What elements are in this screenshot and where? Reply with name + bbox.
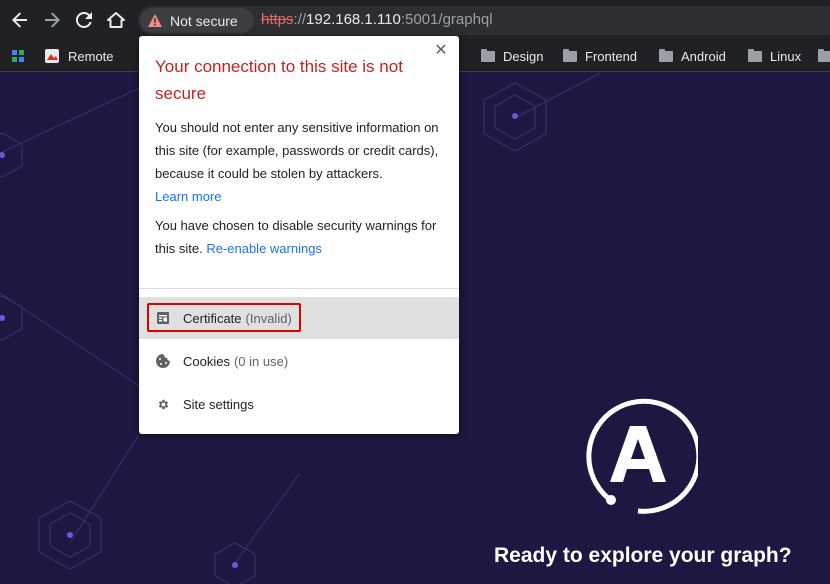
security-chip-label: Not secure: [170, 12, 238, 29]
folder-icon: [481, 48, 495, 62]
cookies-label: Cookies: [183, 353, 230, 369]
popup-warning-note: You have chosen to disable security warn…: [155, 214, 445, 260]
site-settings-row[interactable]: Site settings: [139, 383, 459, 425]
gear-icon: [156, 397, 170, 411]
back-arrow-icon: [12, 12, 27, 28]
bookmark-label: Android: [681, 48, 726, 64]
home-icon: [107, 12, 125, 28]
bookmark-linux[interactable]: Linux: [748, 47, 801, 65]
security-chip[interactable]: Not secure: [140, 8, 254, 33]
cookies-row[interactable]: Cookies (0 in use): [139, 340, 459, 382]
highlight-box: [147, 303, 301, 332]
back-button[interactable]: [6, 6, 34, 34]
bookmark-label: Frontend: [585, 48, 638, 64]
page-heading: Ready to explore your graph?: [494, 544, 792, 567]
address-bar[interactable]: Not secure https://192.168.1.110:5001/gr…: [138, 6, 830, 35]
popup-divider: [139, 288, 459, 289]
popup-description: You should not enter any sensitive infor…: [155, 116, 445, 208]
bookmark-android[interactable]: Android: [659, 47, 726, 65]
certificate-row[interactable]: Certificate (Invalid): [139, 297, 459, 339]
folder-icon: [563, 48, 577, 62]
site-settings-label: Site settings: [183, 396, 254, 412]
url-path: :5001/graphql: [400, 11, 493, 28]
popup-body-text: You should not enter any sensitive infor…: [155, 120, 439, 181]
close-button[interactable]: ✕: [433, 42, 449, 59]
home-button[interactable]: [102, 6, 130, 34]
url-separator: ://: [293, 11, 307, 28]
bookmark-design[interactable]: Design: [481, 47, 543, 65]
apps-icon: [12, 49, 24, 62]
bookmark-label: Design: [503, 48, 544, 64]
reload-button[interactable]: [70, 6, 98, 34]
folder-icon: [659, 48, 673, 62]
bookmark-favicon-icon: [45, 49, 59, 63]
folder-icon: [818, 48, 830, 62]
warning-icon: [148, 14, 162, 27]
reload-icon: [76, 12, 92, 28]
close-icon: ✕: [434, 42, 448, 59]
url-text: https://192.168.1.110:5001/graphql: [261, 11, 493, 28]
cookie-icon: [156, 354, 170, 368]
cookies-count: (0 in use): [233, 353, 289, 369]
folder-icon: [748, 48, 762, 62]
reenable-warnings-link[interactable]: Re-enable warnings: [206, 241, 322, 256]
forward-button[interactable]: [38, 6, 66, 34]
browser-toolbar: Not secure https://192.168.1.110:5001/gr…: [0, 0, 830, 40]
site-info-popup: ✕ Your connection to this site is not se…: [139, 36, 459, 434]
url-scheme: https: [261, 11, 294, 28]
apps-button[interactable]: [12, 47, 25, 65]
url-host: 192.168.1.110: [306, 11, 401, 28]
bookmark-label: Remote: [68, 48, 114, 64]
popup-title: Your connection to this site is not secu…: [155, 57, 403, 103]
bookmark-frontend[interactable]: Frontend: [563, 47, 637, 65]
bookmark-remote[interactable]: Remote: [44, 47, 114, 65]
bookmark-label: Linux: [770, 48, 802, 64]
apollo-logo: [586, 398, 698, 514]
learn-more-link[interactable]: Learn more: [155, 189, 221, 204]
forward-arrow-icon: [45, 12, 60, 28]
bookmark-overflow[interactable]: [818, 47, 830, 65]
